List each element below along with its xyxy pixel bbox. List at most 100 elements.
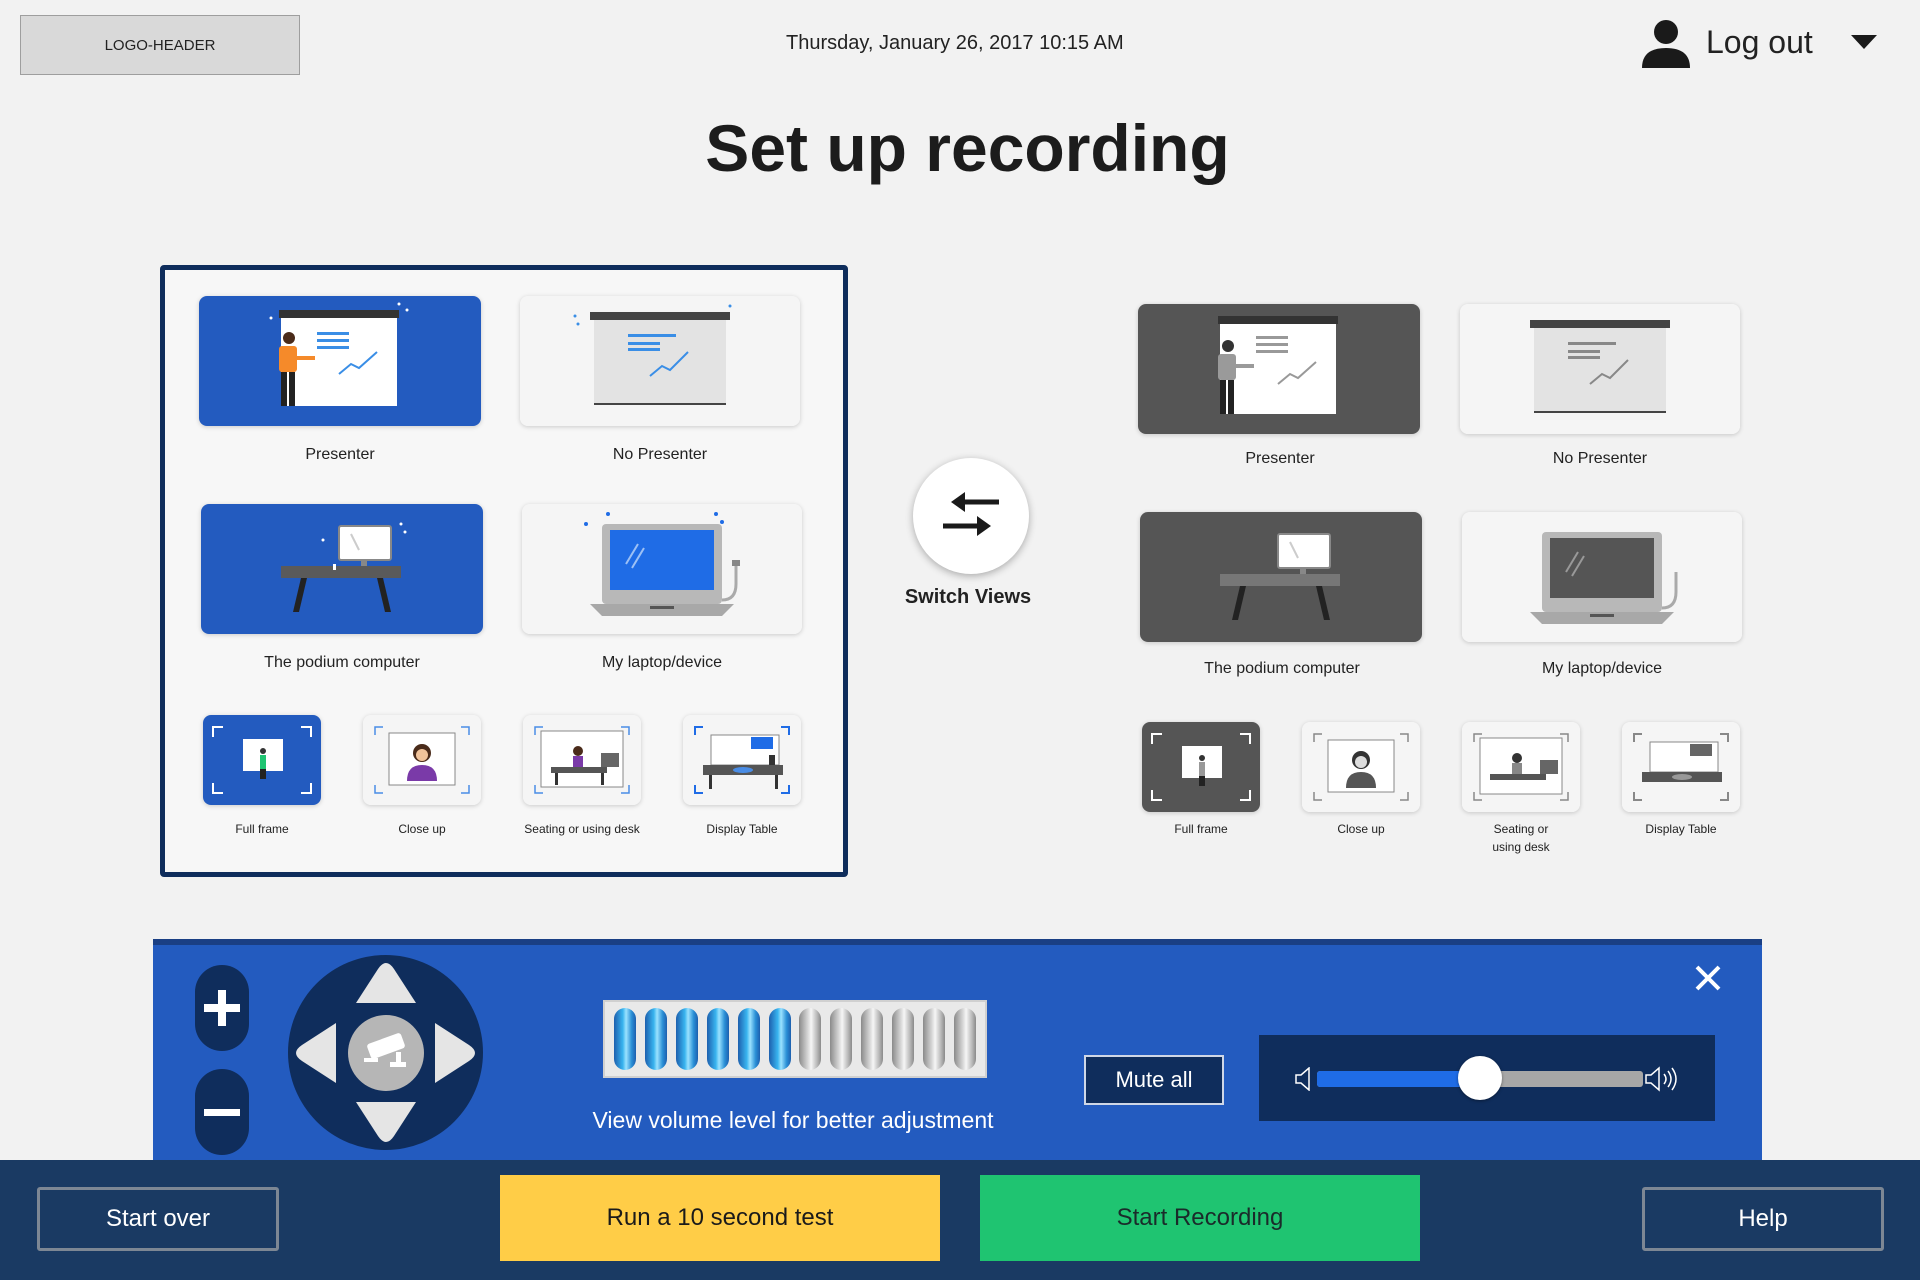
pan-right-arrow-icon[interactable] [433, 1021, 477, 1085]
alt-option-my-laptop[interactable] [1462, 512, 1742, 642]
option-presenter-label: Presenter [305, 446, 375, 463]
display-table-illustration [683, 715, 801, 805]
option-podium-computer-label: The podium computer [264, 654, 420, 671]
option-my-laptop[interactable] [522, 504, 802, 634]
logo-text: LOGO-HEADER [104, 36, 216, 54]
page-title: Set up recording [705, 111, 1230, 185]
meter-bar-active [644, 1008, 667, 1070]
laptop-illustration [522, 504, 802, 634]
camera-close-up-label: Close up [398, 822, 446, 836]
option-my-laptop-label: My laptop/device [601, 654, 723, 671]
volume-slider-knob[interactable] [1458, 1056, 1502, 1100]
meter-bar-active [706, 1008, 729, 1070]
camera-seating-desk[interactable] [523, 715, 641, 805]
close-up-illustration [1302, 722, 1420, 812]
alt-option-podium-computer-label: The podium computer [1204, 660, 1360, 677]
volume-meter-caption: View volume level for better adjustment [592, 1107, 994, 1133]
meter-bar-inactive [830, 1008, 853, 1070]
meter-bar-inactive [861, 1008, 884, 1070]
run-test-button[interactable]: Run a 10 second test [500, 1175, 940, 1261]
zoom-controls [195, 965, 249, 1155]
alt-camera-seating-desk-label: Seating or using desk [1492, 822, 1550, 854]
laptop-illustration [1462, 512, 1742, 642]
full-frame-illustration [203, 715, 321, 805]
podium-computer-illustration [201, 504, 483, 634]
pan-left-arrow-icon[interactable] [294, 1021, 338, 1085]
option-no-presenter-label: No Presenter [612, 446, 708, 463]
camera-display-table-label: Display Table [706, 822, 778, 836]
volume-low-icon [1295, 1067, 1310, 1091]
option-presenter[interactable] [199, 296, 481, 426]
minus-icon [204, 1109, 240, 1116]
meter-bar-inactive [892, 1008, 915, 1070]
mute-all-button[interactable]: Mute all [1084, 1055, 1224, 1105]
podium-computer-illustration [1140, 512, 1422, 642]
start-recording-button[interactable]: Start Recording [980, 1175, 1420, 1261]
seating-desk-illustration [523, 715, 641, 805]
start-over-button[interactable]: Start over [37, 1187, 279, 1251]
seating-desk-illustration [1462, 722, 1580, 812]
pan-up-arrow-icon[interactable] [354, 961, 418, 1005]
switch-views-button[interactable] [913, 458, 1029, 574]
logout-menu[interactable]: Log out [1640, 16, 1879, 68]
alternate-view-panel: Presenter No Presenter The podium comput… [1130, 290, 1780, 890]
zoom-out-button[interactable] [195, 1069, 249, 1155]
presenter-illustration [1138, 304, 1420, 434]
meter-bar-inactive [953, 1008, 976, 1070]
no-presenter-illustration [520, 296, 800, 426]
alt-option-podium-computer[interactable] [1140, 512, 1422, 642]
volume-high-icon [1645, 1066, 1677, 1092]
camera-full-frame[interactable] [203, 715, 321, 805]
camera-display-table[interactable] [683, 715, 801, 805]
meter-bar-inactive [923, 1008, 946, 1070]
user-icon [1642, 20, 1690, 68]
meter-bar-active [768, 1008, 791, 1070]
alt-camera-display-table-label: Display Table [1645, 822, 1717, 836]
camera-seating-desk-label: Seating or using desk [524, 822, 640, 836]
footer-action-bar: Start over Run a 10 second test Start Re… [0, 1160, 1920, 1280]
volume-slider-fill [1317, 1071, 1480, 1087]
logo-header: LOGO-HEADER [20, 15, 300, 75]
alt-camera-full-frame-label: Full frame [1174, 822, 1228, 836]
meter-bar-active [675, 1008, 698, 1070]
logout-label: Log out [1706, 23, 1813, 60]
camera-center [348, 1015, 424, 1091]
alt-option-my-laptop-label: My laptop/device [1541, 660, 1663, 677]
alt-camera-seating-desk[interactable] [1462, 722, 1580, 812]
zoom-in-button[interactable] [195, 965, 249, 1051]
close-icon[interactable] [1693, 963, 1723, 993]
option-no-presenter[interactable] [520, 296, 800, 426]
display-table-illustration [1622, 722, 1740, 812]
option-podium-computer[interactable] [201, 504, 483, 634]
meter-bar-active [614, 1008, 636, 1070]
alt-option-presenter-label: Presenter [1245, 450, 1315, 467]
alt-camera-display-table[interactable] [1622, 722, 1740, 812]
selected-view-panel: Presenter No Presenter The podium comput… [160, 265, 848, 877]
meter-bar-active [737, 1008, 760, 1070]
alt-option-no-presenter-label: No Presenter [1552, 450, 1648, 467]
alt-camera-full-frame[interactable] [1142, 722, 1260, 812]
alt-option-presenter[interactable] [1138, 304, 1420, 434]
date-time: Thursday, January 26, 2017 10:15 AM [786, 32, 1124, 54]
pan-down-arrow-icon[interactable] [354, 1100, 418, 1144]
volume-level-meter [603, 1000, 987, 1078]
camera-audio-control-bar: View volume level for better adjustment … [153, 939, 1762, 1160]
alt-camera-close-up[interactable] [1302, 722, 1420, 812]
meter-bar-inactive [799, 1008, 822, 1070]
close-up-illustration [363, 715, 481, 805]
help-button[interactable]: Help [1642, 1187, 1884, 1251]
volume-slider-panel [1259, 1035, 1715, 1121]
no-presenter-illustration [1460, 304, 1740, 434]
chevron-down-icon [1850, 35, 1877, 49]
camera-full-frame-label: Full frame [235, 822, 289, 836]
presenter-illustration [199, 296, 481, 426]
security-camera-icon [364, 1033, 406, 1067]
switch-views-label: Switch Views [904, 586, 1032, 608]
camera-direction-pad [288, 955, 483, 1150]
plus-icon [204, 990, 240, 1026]
camera-close-up[interactable] [363, 715, 481, 805]
swap-arrows-icon [943, 492, 999, 536]
full-frame-illustration [1142, 722, 1260, 812]
alt-camera-close-up-label: Close up [1337, 822, 1385, 836]
alt-option-no-presenter[interactable] [1460, 304, 1740, 434]
